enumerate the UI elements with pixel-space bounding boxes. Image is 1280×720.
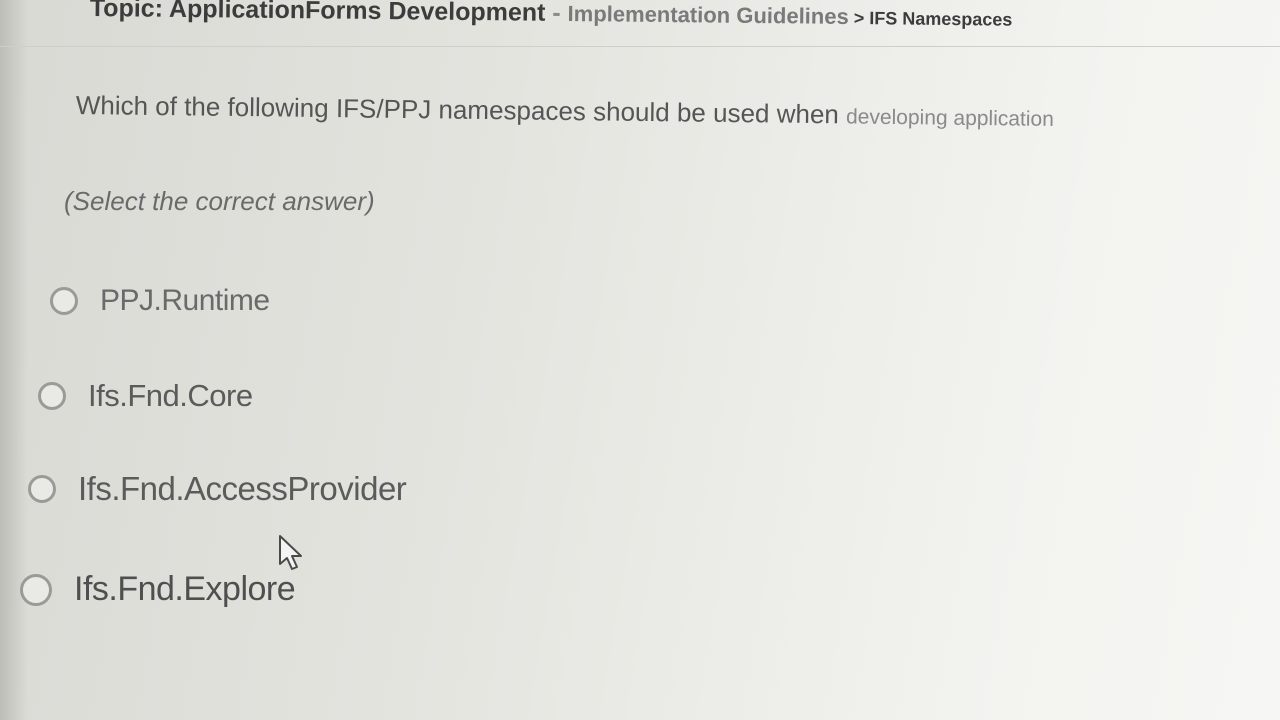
breadcrumb-separator: - — [545, 0, 568, 28]
question-main: Which of the following IFS/PPJ namespace… — [75, 90, 847, 130]
answer-option-ppj-runtime[interactable]: PPJ.Runtime — [50, 284, 270, 318]
answer-option-ifs-fnd-core[interactable]: Ifs.Fnd.Core — [38, 378, 253, 414]
radio-button[interactable] — [28, 475, 56, 503]
radio-button[interactable] — [50, 287, 78, 315]
option-label: Ifs.Fnd.Core — [88, 378, 253, 413]
topic-title: Topic: ApplicationForms Development — [89, 0, 546, 27]
radio-button[interactable] — [38, 382, 66, 410]
breadcrumb: Topic: ApplicationForms Development - Im… — [90, 0, 1013, 33]
answer-option-ifs-fnd-explore[interactable]: Ifs.Fnd.Explore — [20, 570, 296, 609]
option-label: Ifs.Fnd.Explore — [74, 570, 296, 608]
option-label: PPJ.Runtime — [100, 284, 270, 317]
answer-instruction: (Select the correct answer) — [64, 186, 375, 216]
answer-option-ifs-fnd-accessprovider[interactable]: Ifs.Fnd.AccessProvider — [28, 470, 407, 508]
breadcrumb-item-implementation-guidelines[interactable]: Implementation Guidelines — [568, 1, 849, 29]
question-text: Which of the following IFS/PPJ namespace… — [76, 90, 1054, 133]
question-tail: developing application — [845, 105, 1055, 131]
radio-button[interactable] — [20, 573, 52, 606]
breadcrumb-item-ifs-namespaces[interactable]: IFS Namespaces — [869, 8, 1012, 29]
mouse-pointer-icon — [279, 535, 302, 570]
option-label: Ifs.Fnd.AccessProvider — [78, 470, 407, 507]
breadcrumb-arrow-icon: > — [848, 7, 870, 29]
screen-edge-shade — [0, 0, 28, 720]
topic-header: Topic: ApplicationForms Development - Im… — [0, 0, 1280, 47]
